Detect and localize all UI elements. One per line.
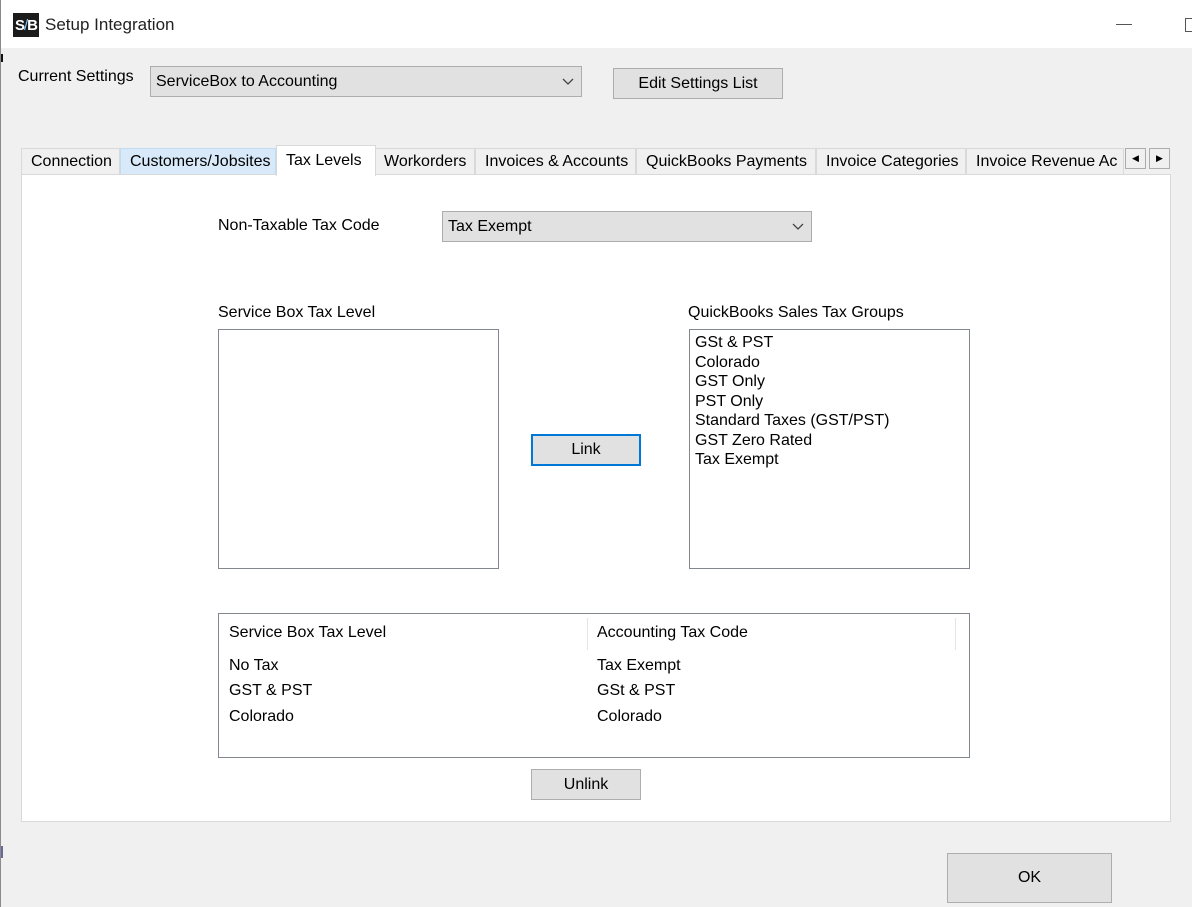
list-item[interactable]: Tax Exempt	[690, 450, 969, 470]
servicebox-logo-icon: S / B	[13, 13, 39, 37]
service-box-tax-level-list[interactable]	[218, 329, 499, 569]
column-header-service-box-tax-level[interactable]: Service Box Tax Level	[219, 614, 587, 652]
list-item[interactable]: Standard Taxes (GST/PST)	[690, 411, 969, 431]
tab-quickbooks-payments[interactable]: QuickBooks Payments	[636, 148, 816, 175]
edit-settings-list-button[interactable]: Edit Settings List	[613, 68, 783, 99]
chevron-down-icon	[562, 78, 574, 85]
table-row[interactable]: No Tax Tax Exempt	[219, 653, 969, 678]
link-button[interactable]: Link	[531, 434, 641, 466]
tab-connection[interactable]: Connection	[21, 148, 120, 175]
table-cell: GSt & PST	[597, 682, 676, 699]
table-cell: Colorado	[229, 708, 294, 725]
non-taxable-tax-code-dropdown[interactable]: Tax Exempt	[442, 211, 812, 242]
maximize-icon[interactable]	[1177, 0, 1192, 48]
tax-levels-panel: Non-Taxable Tax Code Tax Exempt Service …	[21, 174, 1171, 822]
tab-invoice-categories[interactable]: Invoice Categories	[816, 148, 966, 175]
table-cell: Tax Exempt	[597, 657, 681, 674]
tab-invoice-revenue-accounts[interactable]: Invoice Revenue Ac	[966, 148, 1124, 175]
service-box-tax-level-label: Service Box Tax Level	[218, 304, 376, 321]
current-settings-label: Current Settings	[18, 68, 134, 85]
tax-mapping-table[interactable]: Service Box Tax Level Accounting Tax Cod…	[218, 613, 970, 758]
window-edge	[1, 846, 3, 858]
list-item[interactable]: Colorado	[690, 353, 969, 373]
quickbooks-sales-tax-groups-list[interactable]: GSt & PST Colorado GST Only PST Only Sta…	[689, 329, 970, 569]
table-cell: Colorado	[597, 708, 662, 725]
ok-button[interactable]: OK	[947, 853, 1112, 903]
tab-tax-levels[interactable]: Tax Levels	[276, 145, 376, 176]
non-taxable-tax-code-label: Non-Taxable Tax Code	[218, 217, 380, 234]
tab-scroll-right-icon[interactable]: ▶	[1149, 148, 1170, 169]
tab-scroll-left-icon[interactable]: ◀	[1125, 148, 1146, 169]
unlink-button[interactable]: Unlink	[531, 769, 641, 800]
minimize-icon[interactable]	[1101, 0, 1147, 48]
current-settings-value: ServiceBox to Accounting	[156, 72, 338, 90]
tab-strip: Connection Customers/Jobsites Tax Levels…	[21, 145, 1171, 176]
window-title: Setup Integration	[45, 15, 175, 34]
table-cell: No Tax	[229, 657, 279, 674]
list-item[interactable]: GST Only	[690, 372, 969, 392]
table-row[interactable]: GST & PST GSt & PST	[219, 678, 969, 703]
table-cell: GST & PST	[229, 682, 313, 699]
setup-integration-window: S / B Setup Integration Current Settings S…	[0, 0, 1192, 907]
tab-workorders[interactable]: Workorders	[374, 148, 475, 175]
list-item[interactable]: PST Only	[690, 392, 969, 412]
column-header-accounting-tax-code[interactable]: Accounting Tax Code	[587, 614, 955, 652]
non-taxable-tax-code-value: Tax Exempt	[448, 217, 532, 235]
tab-invoices-accounts[interactable]: Invoices & Accounts	[475, 148, 636, 175]
current-settings-dropdown[interactable]: ServiceBox to Accounting	[150, 66, 582, 97]
table-row[interactable]: Colorado Colorado	[219, 704, 969, 729]
table-header: Service Box Tax Level Accounting Tax Cod…	[219, 614, 969, 652]
window-edge	[1, 54, 3, 62]
chevron-down-icon	[792, 223, 804, 230]
tab-customers-jobsites[interactable]: Customers/Jobsites	[120, 148, 276, 175]
quickbooks-sales-tax-groups-label: QuickBooks Sales Tax Groups	[688, 304, 904, 321]
list-item[interactable]: GST Zero Rated	[690, 431, 969, 451]
title-bar[interactable]: S / B Setup Integration	[1, 0, 1192, 48]
list-item[interactable]: GSt & PST	[690, 333, 969, 353]
column-divider[interactable]	[955, 618, 956, 650]
